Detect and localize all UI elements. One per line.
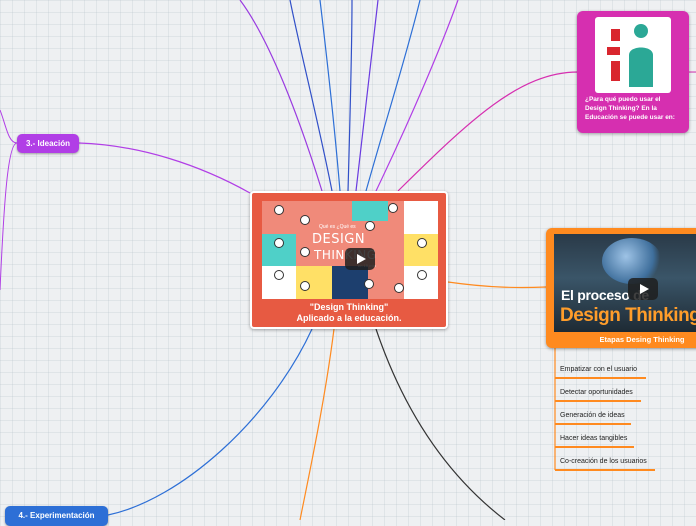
person-thinking-icon (607, 24, 653, 87)
connector-top-7 (375, 0, 459, 192)
thumbnail-subtitle: Qué es ¿Qué es (319, 224, 356, 230)
central-topic[interactable]: Qué es ¿Qué es DESIGN THINKING en 15 min… (250, 191, 448, 329)
subtopic-empatizar[interactable]: Empatizar con el usuario (560, 366, 637, 373)
play-icon[interactable] (345, 248, 375, 270)
connector-ideacion-child-1 (0, 109, 18, 144)
gear-icon (300, 215, 310, 225)
gear-icon (394, 283, 404, 293)
why-use-image (595, 17, 671, 93)
subtopic-underline (555, 400, 641, 402)
connector-dark-down (375, 328, 506, 520)
gear-icon (388, 203, 398, 213)
connector-experimentacion (107, 328, 313, 516)
lightbulb-icon (274, 270, 284, 280)
subtopic-underline (555, 446, 634, 448)
central-topic-caption: "Design Thinking" Aplicado a la educació… (252, 302, 446, 324)
connector-top-3 (319, 0, 341, 192)
topic-etapas[interactable]: El proceso de Design Thinking Etapas Des… (546, 228, 696, 348)
gear-icon (300, 247, 310, 257)
gear-icon (364, 279, 374, 289)
connector-why (397, 71, 579, 192)
connector-ideacion (78, 142, 251, 194)
subtopic-underline (555, 377, 646, 379)
subtopic-detectar[interactable]: Detectar oportunidades (560, 389, 633, 396)
topic-ideacion[interactable]: 3.- Ideación (17, 134, 79, 153)
topic-ideacion-label: 3.- Ideación (25, 139, 70, 148)
connector-top-2 (289, 0, 333, 192)
connector-top-4 (347, 0, 353, 192)
subtopic-label: Empatizar con el usuario (560, 366, 638, 373)
subtopic-hacer-tangibles[interactable]: Hacer ideas tangibles (560, 435, 627, 442)
subtopic-underline (555, 423, 631, 425)
subtopic-label: Hacer ideas tangibles (560, 435, 628, 442)
subtopic-generacion[interactable]: Generación de ideas (560, 412, 625, 419)
puzzle-piece-cyan-top (352, 201, 388, 221)
subtopic-co-creacion[interactable]: Co-creación de los usuarios (560, 458, 647, 465)
thumbnail-title-design: DESIGN (312, 232, 366, 247)
etapas-caption: Etapas Desing Thinking (599, 335, 685, 344)
lightbulb-icon (365, 221, 375, 231)
connector-ideacion-child-2 (0, 142, 18, 291)
connector-top-1 (239, 0, 323, 192)
subtopic-label: Generación de ideas (560, 412, 625, 419)
lightbulb-icon (274, 205, 284, 215)
subtopic-label: Detectar oportunidades (560, 389, 633, 396)
central-caption-line-2: Aplicado a la educación. (296, 313, 402, 323)
puzzle-piece-white-right (404, 201, 438, 234)
lightbulb-icon (417, 238, 427, 248)
lightbulb-icon (274, 238, 284, 248)
puzzle-piece-navy-bottom (332, 266, 368, 299)
topic-experimentacion-label: 4.- Experimentación (18, 511, 95, 520)
subtopic-label: Co-creación de los usuarios (560, 458, 647, 465)
why-use-text: ¿Para qué puedo usar el Design Thinking?… (585, 96, 675, 121)
central-caption-line-1: "Design Thinking" (309, 302, 389, 312)
connector-orange-down (299, 328, 335, 520)
gear-icon (300, 281, 310, 291)
subtopic-underline (555, 469, 655, 471)
thumbnail-title-design-thinking: Design Thinking (560, 305, 696, 326)
topic-why-use[interactable]: ¿Para qué puedo usar el Design Thinking?… (577, 11, 689, 133)
etapas-video-thumbnail[interactable]: El proceso de Design Thinking (554, 234, 696, 332)
connector-etapas (447, 281, 547, 289)
topic-experimentacion[interactable]: 4.- Experimentación (5, 506, 108, 526)
play-icon[interactable] (628, 278, 658, 300)
lightbulb-icon (417, 270, 427, 280)
central-video-thumbnail[interactable]: Qué es ¿Qué es DESIGN THINKING en 15 min (262, 201, 438, 299)
